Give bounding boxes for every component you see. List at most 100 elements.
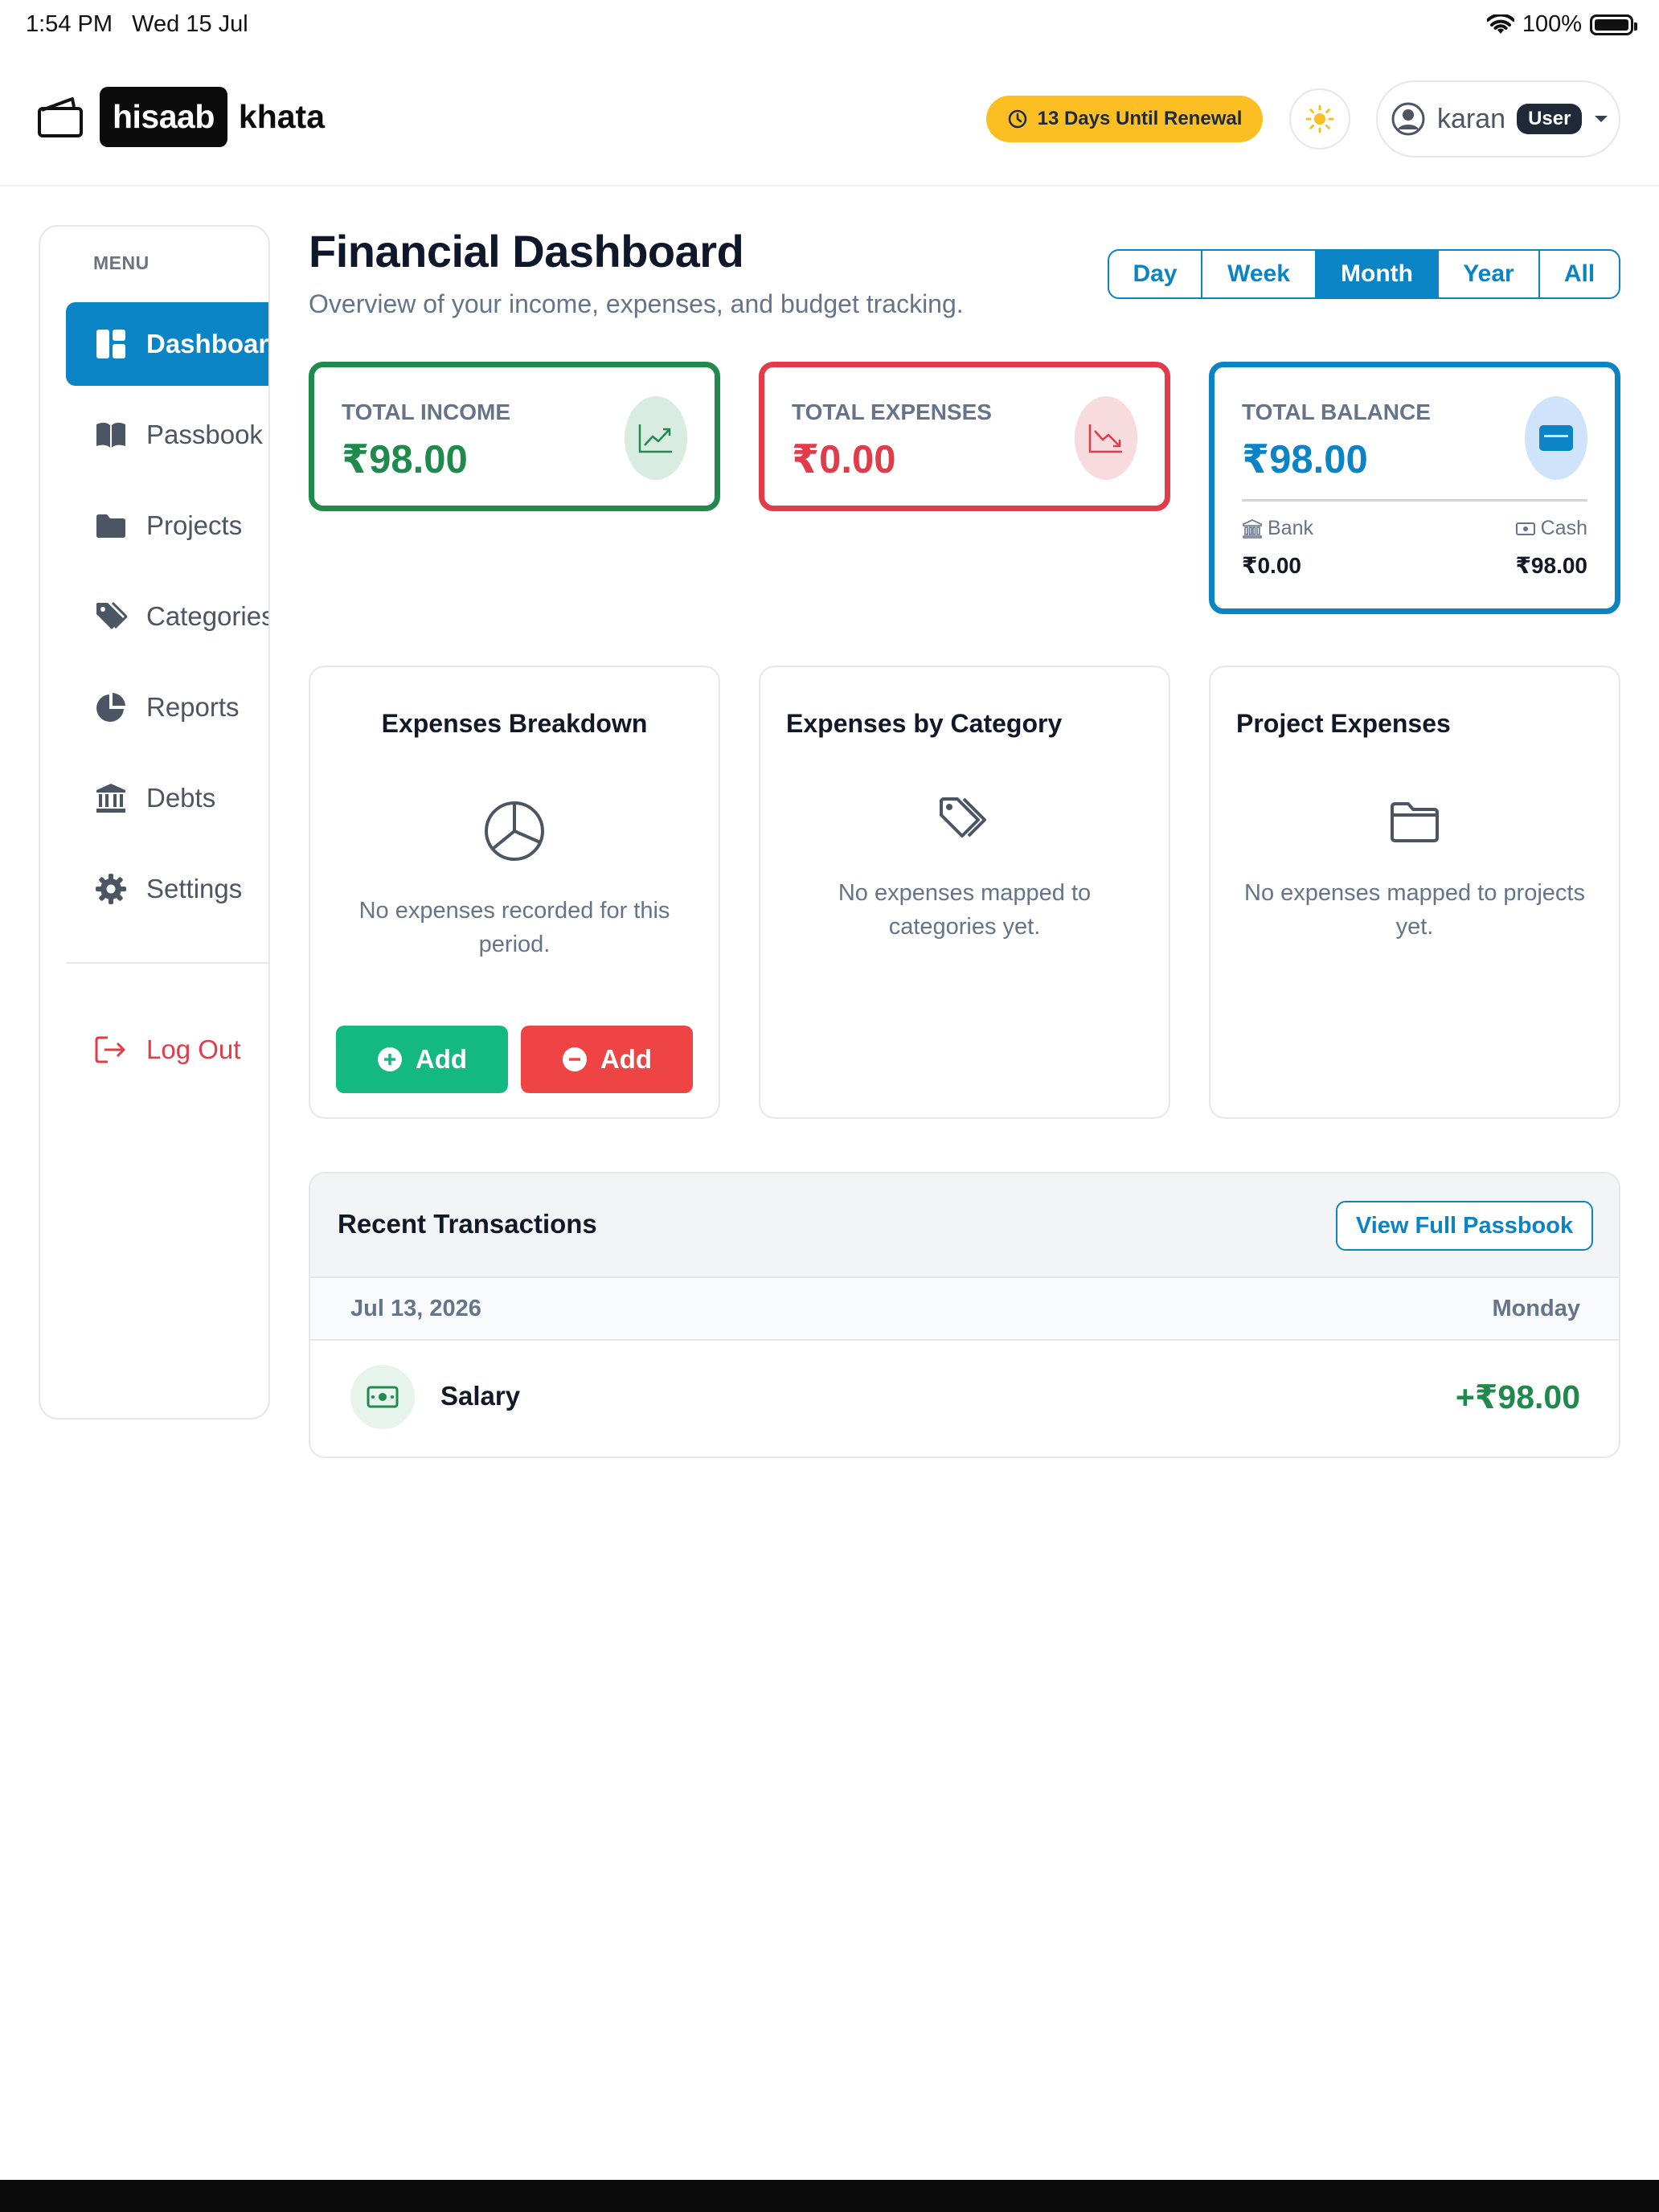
status-date: Wed 15 Jul xyxy=(132,11,248,37)
transaction-name: Salary xyxy=(440,1381,521,1411)
battery-icon xyxy=(1590,14,1637,35)
total-income-card: TOTAL INCOME ₹98.00 xyxy=(309,362,720,511)
pie-chart-icon xyxy=(95,691,127,723)
status-indicators: 100% xyxy=(1486,11,1637,38)
renewal-badge[interactable]: 13 Days Until Renewal xyxy=(986,96,1263,142)
period-selector: Day Week Month Year All xyxy=(1108,249,1620,299)
user-name: karan xyxy=(1437,103,1506,134)
sidebar-item-reports[interactable]: Reports xyxy=(66,666,268,749)
tag-icon xyxy=(95,600,127,633)
bank-value: ₹0.00 xyxy=(1242,553,1301,578)
card-title: Project Expenses xyxy=(1236,709,1451,738)
expenses-by-category-card: Expenses by Category No expenses mapped … xyxy=(759,666,1170,1119)
sidebar: MENU Dashboard Passbook Projects Categor… xyxy=(39,225,270,1419)
sidebar-item-settings[interactable]: Settings xyxy=(66,847,268,931)
sidebar-item-label: Passbook xyxy=(146,420,263,449)
bank-icon xyxy=(95,782,127,814)
sidebar-item-label: Projects xyxy=(146,510,243,540)
folder-icon xyxy=(95,510,127,542)
balance-label: TOTAL BALANCE xyxy=(1242,399,1431,424)
logout-icon xyxy=(95,1034,127,1066)
sun-icon xyxy=(1305,104,1334,133)
recent-header: Recent Transactions View Full Passbook xyxy=(310,1174,1619,1278)
period-day-button[interactable]: Day xyxy=(1109,251,1202,297)
card-title: Expenses Breakdown xyxy=(381,709,648,738)
cash-label: Cash xyxy=(1540,517,1587,539)
period-month-button[interactable]: Month xyxy=(1317,251,1439,297)
page-subtitle: Overview of your income, expenses, and b… xyxy=(309,289,964,318)
empty-message: No expenses recorded for this period. xyxy=(358,898,670,957)
status-bar: 1:54 PM Wed 15 Jul 100% xyxy=(0,0,1659,51)
theme-toggle-button[interactable] xyxy=(1289,88,1350,150)
tags-icon xyxy=(938,796,991,848)
bank-label-group: Bank xyxy=(1242,517,1313,540)
income-label: TOTAL INCOME xyxy=(342,399,510,424)
recent-transactions-panel: Recent Transactions View Full Passbook J… xyxy=(309,1172,1620,1458)
add-income-button[interactable]: Add xyxy=(336,1026,508,1093)
total-balance-card: TOTAL BALANCE ₹98.00 Bank ₹0.00 Cash ₹98… xyxy=(1209,362,1620,614)
app-header: hisaab khata 13 Days Until Renewal karan… xyxy=(0,51,1659,186)
balance-value: ₹98.00 xyxy=(1242,438,1368,481)
card-title: Expenses by Category xyxy=(786,709,1063,738)
sidebar-divider xyxy=(66,962,268,964)
sidebar-item-label: Categories xyxy=(146,601,270,631)
sidebar-item-label: Debts xyxy=(146,783,216,813)
pie-chart-icon xyxy=(482,799,547,867)
add-expense-label: Add xyxy=(600,1044,653,1074)
sidebar-item-projects[interactable]: Projects xyxy=(66,484,268,567)
add-expense-button[interactable]: Add xyxy=(521,1026,693,1093)
period-all-button[interactable]: All xyxy=(1540,251,1619,297)
sidebar-item-label: Dashboard xyxy=(146,329,269,358)
income-value: ₹98.00 xyxy=(342,438,468,481)
transaction-row[interactable]: Salary +₹98.00 xyxy=(310,1341,1619,1456)
logout-label: Log Out xyxy=(146,1034,241,1064)
trending-up-icon xyxy=(625,396,687,480)
transaction-weekday: Monday xyxy=(1492,1296,1580,1321)
page-title: Financial Dashboard xyxy=(309,226,744,276)
menu-label: MENU xyxy=(93,252,150,273)
battery-percent: 100% xyxy=(1522,11,1582,37)
renewal-text: 13 Days Until Renewal xyxy=(1037,108,1243,129)
empty-message: No expenses mapped to projects yet. xyxy=(1244,880,1585,940)
add-income-label: Add xyxy=(415,1044,468,1074)
book-icon xyxy=(95,419,127,451)
empty-message: No expenses mapped to categories yet. xyxy=(838,880,1092,940)
sidebar-item-passbook[interactable]: Passbook xyxy=(66,393,268,477)
home-indicator-bar xyxy=(0,2180,1659,2212)
view-full-passbook-button[interactable]: View Full Passbook xyxy=(1336,1201,1593,1251)
sidebar-item-categories[interactable]: Categories xyxy=(66,575,270,658)
transaction-amount: +₹98.00 xyxy=(1455,1378,1580,1415)
cash-label-group: Cash xyxy=(1515,517,1587,540)
user-avatar-icon xyxy=(1391,102,1425,136)
app-logo[interactable]: hisaab khata xyxy=(37,87,325,147)
balance-divider xyxy=(1242,499,1587,502)
clock-icon xyxy=(1008,109,1026,129)
sidebar-item-label: Reports xyxy=(146,692,240,722)
logo-hisaab: hisaab xyxy=(100,87,227,147)
expenses-label: TOTAL EXPENSES xyxy=(792,399,992,424)
user-role-badge: User xyxy=(1517,104,1583,134)
bank-icon xyxy=(1243,518,1262,539)
bank-label: Bank xyxy=(1268,517,1313,539)
folder-icon xyxy=(1389,801,1440,848)
expenses-breakdown-card: Expenses Breakdown No expenses recorded … xyxy=(309,666,720,1119)
sidebar-item-debts[interactable]: Debts xyxy=(66,756,268,840)
project-expenses-card: Project Expenses No expenses mapped to p… xyxy=(1209,666,1620,1119)
wifi-icon xyxy=(1486,14,1514,34)
status-clock: 1:54 PM xyxy=(26,11,113,37)
chevron-down-icon xyxy=(1595,116,1608,122)
period-week-button[interactable]: Week xyxy=(1202,251,1317,297)
minus-circle-icon xyxy=(562,1047,587,1071)
sidebar-item-dashboard[interactable]: Dashboard xyxy=(66,302,269,386)
sidebar-item-label: Settings xyxy=(146,874,243,903)
period-year-button[interactable]: Year xyxy=(1439,251,1540,297)
expenses-value: ₹0.00 xyxy=(792,438,896,481)
recent-title: Recent Transactions xyxy=(338,1209,597,1239)
cash-icon xyxy=(350,1365,415,1429)
logout-button[interactable]: Log Out xyxy=(66,1008,268,1092)
trending-down-icon xyxy=(1075,396,1137,480)
user-menu-button[interactable]: karan User xyxy=(1376,80,1620,158)
transaction-date: Jul 13, 2026 xyxy=(350,1296,481,1321)
dashboard-icon xyxy=(95,328,127,360)
wallet-icon xyxy=(38,96,83,137)
